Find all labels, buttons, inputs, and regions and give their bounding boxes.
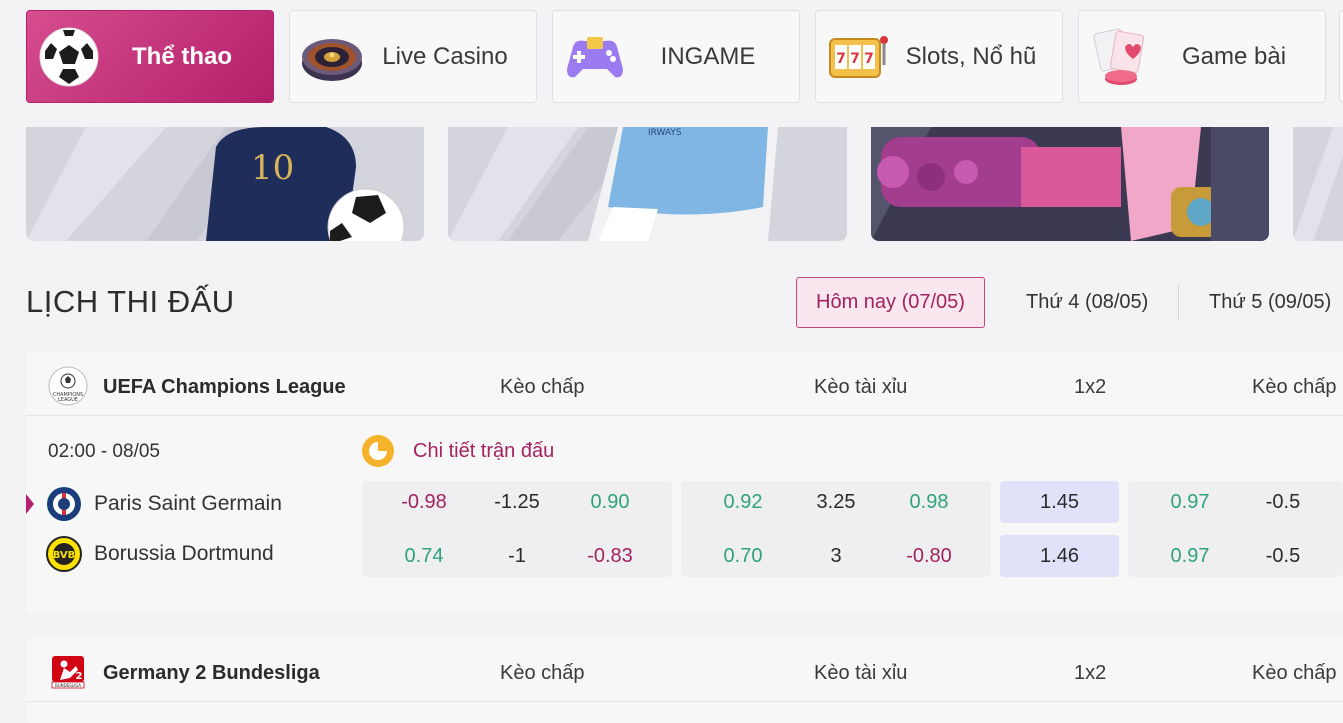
odd-line: -1.25 — [494, 491, 540, 513]
banner-city-player[interactable]: IRWAYS — [448, 127, 847, 241]
date-tab-thu[interactable]: Thứ 5 (09/05) — [1209, 277, 1331, 328]
col-handicap-2: Kèo chấp — [1252, 662, 1337, 684]
date-tab-today[interactable]: Hôm nay (07/05) — [796, 277, 985, 328]
tab-slots[interactable]: 7 7 7 Slots, Nổ hũ — [815, 10, 1063, 103]
bundesliga-2-logo: 2 BUNDESLIGA — [51, 656, 85, 689]
category-tabs: Thể thao Live Casino INGAME 7 7 7 Slots,… — [26, 10, 1343, 103]
col-handicap: Kèo chấp — [500, 376, 585, 398]
playing-cards-icon — [1093, 28, 1145, 85]
odd-line: -1 — [508, 545, 526, 567]
odd-line: -0.5 — [1265, 545, 1301, 567]
svg-text:2: 2 — [76, 671, 83, 682]
promo-banners: 10 IRWAYS — [26, 127, 1343, 241]
col-1x2: 1x2 — [1074, 662, 1107, 684]
banner-next[interactable] — [1293, 127, 1343, 241]
tab-label: Thể thao — [132, 42, 232, 70]
banner-football-player[interactable]: 10 — [26, 127, 424, 241]
tab-label: INGAME — [660, 42, 756, 70]
odd-value[interactable]: 0.98 — [889, 491, 969, 514]
odd-value[interactable]: 0.90 — [570, 491, 650, 514]
handicap-odds: -0.98 -1.25 0.90 0.74 -1 -0.83 — [362, 481, 672, 577]
tab-more[interactable] — [1339, 10, 1343, 103]
svg-text:7: 7 — [850, 51, 860, 67]
odd-value[interactable]: 0.97 — [1150, 491, 1230, 514]
tab-label: Game bài — [1181, 42, 1287, 70]
tab-live-casino[interactable]: Live Casino — [289, 10, 537, 103]
bvb-logo: BVB — [46, 536, 82, 572]
odd-line: 3.25 — [816, 491, 856, 513]
schedule-title: LỊCH THI ĐẤU — [26, 284, 235, 319]
team-name: Borussia Dortmund — [94, 542, 274, 565]
league-name[interactable]: UEFA Champions League — [103, 376, 346, 399]
odd-value[interactable]: -0.98 — [384, 491, 464, 514]
tab-label: Live Casino — [382, 42, 508, 70]
psg-logo — [47, 487, 81, 521]
match-detail-link[interactable]: Chi tiết trận đấu — [413, 440, 554, 463]
odd-1x2-away[interactable]: 1.46 — [1000, 535, 1119, 577]
banner-image — [871, 127, 1269, 241]
tab-label: Slots, Nổ hũ — [905, 42, 1037, 70]
col-overunder: Kèo tài xỉu — [814, 662, 908, 684]
champions-league-logo: CHAMPIONS LEAGUE — [48, 366, 88, 406]
col-handicap: Kèo chấp — [500, 662, 585, 684]
odd-value[interactable]: -0.80 — [889, 545, 969, 568]
roulette-icon — [302, 38, 362, 81]
tab-game-bai[interactable]: Game bài — [1078, 10, 1326, 103]
slot-machine-icon: 7 7 7 — [829, 35, 888, 78]
date-divider — [1178, 285, 1179, 321]
svg-text:IRWAYS: IRWAYS — [648, 128, 682, 138]
match-time: 02:00 - 08/05 — [48, 441, 160, 462]
odd-value[interactable]: 0.70 — [703, 545, 783, 568]
odd-line: 3 — [830, 545, 842, 567]
league-card: 2 BUNDESLIGA Germany 2 Bundesliga Kèo ch… — [26, 638, 1343, 723]
banner-game-hero[interactable] — [871, 127, 1269, 241]
col-handicap-2: Kèo chấp — [1252, 376, 1337, 398]
team-name: Paris Saint Germain — [94, 492, 282, 515]
odd-value[interactable]: -0.83 — [570, 545, 650, 568]
league-header: CHAMPIONS LEAGUE UEFA Champions League K… — [26, 352, 1343, 416]
odd-line: -0.5 — [1265, 491, 1301, 513]
league-name[interactable]: Germany 2 Bundesliga — [103, 662, 320, 685]
odd-value[interactable]: 0.92 — [703, 491, 783, 514]
league-card: CHAMPIONS LEAGUE UEFA Champions League K… — [26, 352, 1343, 614]
odd-value[interactable]: 0.97 — [1150, 545, 1230, 568]
date-tab-wed[interactable]: Thứ 4 (08/05) — [1026, 277, 1148, 328]
soccer-ball-icon — [39, 27, 99, 86]
svg-text:10: 10 — [251, 148, 294, 188]
clock-icon[interactable] — [361, 434, 395, 468]
svg-text:BUNDESLIGA: BUNDESLIGA — [55, 683, 81, 688]
banner-image — [1293, 127, 1343, 241]
svg-text:BVB: BVB — [53, 550, 76, 561]
banner-image: IRWAYS — [448, 127, 847, 241]
date-tabs: Hôm nay (07/05) Thứ 4 (08/05) Thứ 5 (09/… — [796, 277, 1343, 328]
team-away[interactable]: BVB Borussia Dortmund — [46, 534, 274, 574]
banner-image: 10 — [26, 127, 424, 241]
gamepad-icon — [567, 36, 623, 77]
col-overunder: Kèo tài xỉu — [814, 376, 908, 398]
col-1x2: 1x2 — [1074, 376, 1107, 398]
odd-1x2-home[interactable]: 1.45 — [1000, 481, 1119, 523]
odd-value[interactable]: 0.74 — [384, 545, 464, 568]
tab-the-thao[interactable]: Thể thao — [26, 10, 274, 103]
svg-text:7: 7 — [836, 51, 846, 67]
handicap-odds-2: 0.97 -0.5 0.97 -0.5 — [1128, 481, 1343, 577]
league-header: 2 BUNDESLIGA Germany 2 Bundesliga Kèo ch… — [26, 638, 1343, 702]
svg-text:7: 7 — [864, 51, 874, 67]
tab-ingame[interactable]: INGAME — [552, 10, 800, 103]
svg-text:LEAGUE: LEAGUE — [58, 397, 78, 403]
team-home[interactable]: Paris Saint Germain — [46, 484, 282, 524]
overunder-odds: 0.92 3.25 0.98 0.70 3 -0.80 — [681, 481, 991, 577]
row-marker — [26, 494, 34, 514]
